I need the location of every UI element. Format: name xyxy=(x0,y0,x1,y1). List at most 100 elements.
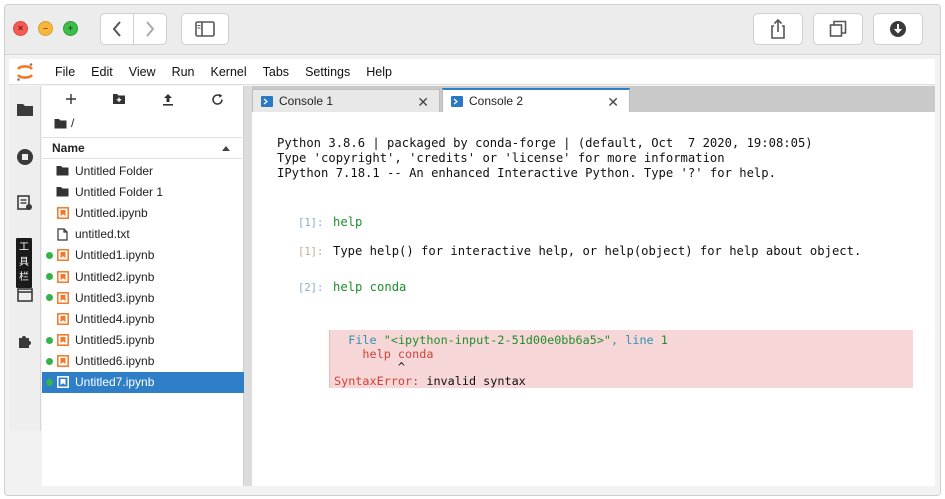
close-glyph: × xyxy=(17,23,24,33)
menu-view[interactable]: View xyxy=(121,65,164,79)
refresh-button[interactable] xyxy=(210,92,224,106)
tab-close-button[interactable]: ✕ xyxy=(417,94,429,111)
file-list-item[interactable]: Untitled5.ipynb xyxy=(42,330,244,351)
folder-icon xyxy=(54,118,67,128)
console-output[interactable]: Python 3.8.6 | packaged by conda-forge |… xyxy=(252,112,935,486)
file-list-item[interactable]: untitled.txt xyxy=(42,224,244,245)
maximize-glyph: + xyxy=(67,23,74,33)
upload-icon xyxy=(163,93,173,106)
input-cell-text: help xyxy=(333,215,363,229)
file-list-item[interactable]: Untitled6.ipynb xyxy=(42,351,244,372)
breadcrumb-path: / xyxy=(71,116,75,130)
file-list-item[interactable]: Untitled7.ipynb xyxy=(42,371,244,394)
tabs-icon xyxy=(17,288,33,302)
name-column-header[interactable]: Name xyxy=(42,137,244,159)
banner-line: Python 3.8.6 | packaged by conda-forge |… xyxy=(277,136,813,150)
file-list-item[interactable]: Untitled1.ipynb xyxy=(42,245,244,266)
file-name: Untitled Folder xyxy=(75,163,154,178)
column-header-label: Name xyxy=(52,141,85,155)
notebook-icon xyxy=(56,270,69,283)
rail-extensions-button[interactable] xyxy=(16,332,34,350)
file-list-item[interactable]: Untitled2.ipynb xyxy=(42,266,244,287)
menu-file[interactable]: File xyxy=(47,65,83,79)
menu-settings[interactable]: Settings xyxy=(297,65,358,79)
file-name: Untitled Folder 1 xyxy=(75,184,164,199)
rail-commands-button[interactable] xyxy=(16,194,34,212)
file-name: Untitled4.ipynb xyxy=(75,311,155,326)
traceback-code: help conda xyxy=(362,346,434,361)
file-browser: / Name Untitled Folder Untitled Folder 1U… xyxy=(42,86,244,486)
sort-ascending-icon xyxy=(222,146,230,151)
breadcrumb[interactable]: / xyxy=(54,116,74,130)
title-bar: × – + xyxy=(5,5,940,55)
tab-label: Console 2 xyxy=(469,94,524,108)
new-folder-icon xyxy=(113,94,125,104)
copy-windows-icon xyxy=(829,20,847,37)
tab-bar: Console 1 ✕ Console 2 ✕ xyxy=(252,86,935,112)
chevron-right-icon xyxy=(146,21,155,37)
jupyter-logo-icon xyxy=(16,62,34,81)
kernel-banner: Python 3.8.6 | packaged by conda-forge |… xyxy=(277,136,813,181)
rail-tabs-button[interactable] xyxy=(16,286,34,304)
refresh-icon xyxy=(211,93,223,105)
new-window-button[interactable] xyxy=(813,13,863,45)
tab-close-button[interactable]: ✕ xyxy=(607,94,619,111)
file-name: Untitled7.ipynb xyxy=(75,375,155,390)
notebook-icon xyxy=(56,206,69,219)
vertical-tag-text: 工 具 栏 xyxy=(19,242,29,283)
menu-kernel[interactable]: Kernel xyxy=(203,65,255,79)
file-name: Untitled2.ipynb xyxy=(75,269,155,284)
download-button[interactable] xyxy=(873,13,923,45)
puzzle-icon xyxy=(19,336,31,348)
traceback-line-number: 1 xyxy=(660,333,668,347)
tab-label: Console 1 xyxy=(279,94,334,108)
tab-console-2[interactable]: Console 2 ✕ xyxy=(442,88,630,112)
menu-run[interactable]: Run xyxy=(164,65,203,79)
file-list-item[interactable]: Untitled Folder 1 xyxy=(42,181,244,202)
running-indicator-icon xyxy=(46,294,53,302)
output-cell-text: Type help() for interactive help, or hel… xyxy=(333,244,862,258)
running-indicator-icon xyxy=(46,251,53,259)
banner-line: IPython 7.18.1 -- An enhanced Interactiv… xyxy=(277,166,776,180)
window-maximize-button[interactable]: + xyxy=(63,21,78,36)
menu-edit[interactable]: Edit xyxy=(83,65,121,79)
file-list-item[interactable]: Untitled.ipynb xyxy=(42,202,244,223)
rail-filebrowser-button[interactable] xyxy=(16,100,34,118)
tab-console-1[interactable]: Console 1 ✕ xyxy=(252,89,440,112)
main-area: Console 1 ✕ Console 2 ✕ Python 3.8.6 | p… xyxy=(252,86,935,486)
console-icon xyxy=(451,95,463,107)
notebook-icon xyxy=(56,355,69,368)
share-button[interactable] xyxy=(753,13,803,45)
upload-button[interactable] xyxy=(161,92,175,106)
window-close-button[interactable]: × xyxy=(13,21,28,36)
file-list-item[interactable]: Untitled Folder xyxy=(42,160,244,181)
error-type: SyntaxError: xyxy=(334,373,420,388)
file-name: Untitled1.ipynb xyxy=(75,248,155,263)
notebook-icon xyxy=(56,312,69,325)
running-indicator-icon xyxy=(46,272,53,280)
file-list: Untitled Folder Untitled Folder 1 Untitled… xyxy=(42,160,244,394)
plus-icon xyxy=(66,94,76,104)
file-list-item[interactable]: Untitled3.ipynb xyxy=(42,287,244,308)
console-icon xyxy=(261,95,273,107)
menu-tabs[interactable]: Tabs xyxy=(255,65,297,79)
file-name: untitled.txt xyxy=(75,227,130,242)
new-folder-button[interactable] xyxy=(112,92,126,106)
error-message: invalid syntax xyxy=(426,373,526,388)
menu-help[interactable]: Help xyxy=(358,65,400,79)
rail-running-button[interactable] xyxy=(16,148,34,166)
app-window: × – + File Edit View Run Kernel Tabs Set… xyxy=(4,4,941,496)
file-name: Untitled3.ipynb xyxy=(75,290,155,305)
text-file-icon xyxy=(56,228,69,241)
file-list-item[interactable]: Untitled4.ipynb xyxy=(42,308,244,329)
forward-button[interactable] xyxy=(133,13,167,45)
window-minimize-button[interactable]: – xyxy=(38,21,53,36)
new-launcher-button[interactable] xyxy=(64,92,78,106)
file-name: Untitled.ipynb xyxy=(75,205,148,220)
back-button[interactable] xyxy=(100,13,134,45)
panel-splitter[interactable] xyxy=(244,86,252,486)
traceback-file-name: "<ipython-input-2-51d00e0bb6a5>" xyxy=(383,333,612,347)
notebook-icon xyxy=(56,291,69,304)
banner-line: Type 'copyright', 'credits' or 'license'… xyxy=(277,151,725,165)
sidebar-toggle-button[interactable] xyxy=(181,13,229,45)
